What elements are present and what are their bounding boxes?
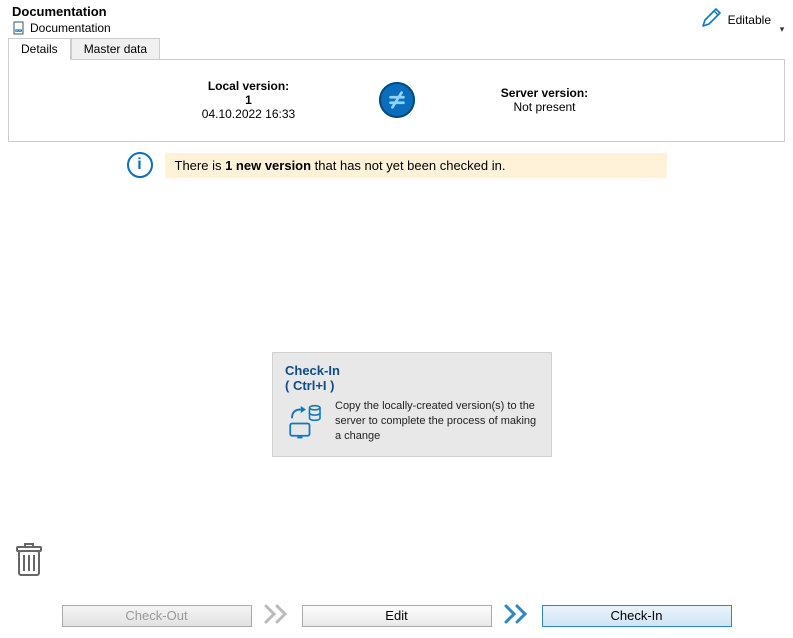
check-in-button[interactable]: Check-In: [542, 605, 732, 627]
chevron-right-icon: [262, 603, 292, 628]
not-equal-icon: [379, 82, 415, 118]
delete-button[interactable]: [14, 543, 44, 580]
editable-label: Editable: [728, 13, 771, 27]
server-version-value: Not present: [475, 100, 615, 114]
page-title: Documentation: [12, 4, 111, 19]
info-bold: 1 new version: [225, 158, 311, 173]
pencil-icon: [700, 6, 724, 33]
editable-dropdown-icon[interactable]: ▾: [777, 24, 785, 35]
chevron-right-icon: [502, 603, 532, 628]
check-out-button: Check-Out: [62, 605, 252, 627]
svg-text:DOC: DOC: [15, 29, 23, 33]
tab-details[interactable]: Details: [8, 38, 71, 60]
local-version-value: 1: [179, 93, 319, 107]
document-icon: DOC: [12, 21, 26, 35]
local-version-label: Local version:: [179, 79, 319, 93]
tooltip-shortcut: ( Ctrl+I ): [285, 378, 539, 393]
server-version-block: Server version: Not present: [475, 86, 615, 114]
page-subtitle: Documentation: [30, 21, 111, 35]
details-panel: Local version: 1 04.10.2022 16:33 Server…: [8, 59, 785, 142]
check-in-tooltip: Check-In ( Ctrl+I ) Copy the locally-cre…: [272, 352, 552, 457]
info-suffix: that has not yet been checked in.: [311, 158, 505, 173]
info-prefix: There is: [175, 158, 226, 173]
editable-toggle[interactable]: Editable: [694, 4, 777, 35]
tooltip-description: Copy the locally-created version(s) to t…: [335, 399, 539, 444]
server-version-label: Server version:: [475, 86, 615, 100]
info-icon: i: [127, 152, 153, 178]
local-version-date: 04.10.2022 16:33: [179, 107, 319, 121]
edit-button[interactable]: Edit: [302, 605, 492, 627]
tooltip-title: Check-In: [285, 363, 539, 378]
tab-master-data[interactable]: Master data: [71, 38, 160, 59]
upload-to-server-icon: [285, 399, 327, 444]
info-message: There is 1 new version that has not yet …: [165, 153, 667, 178]
local-version-block: Local version: 1 04.10.2022 16:33: [179, 79, 319, 121]
